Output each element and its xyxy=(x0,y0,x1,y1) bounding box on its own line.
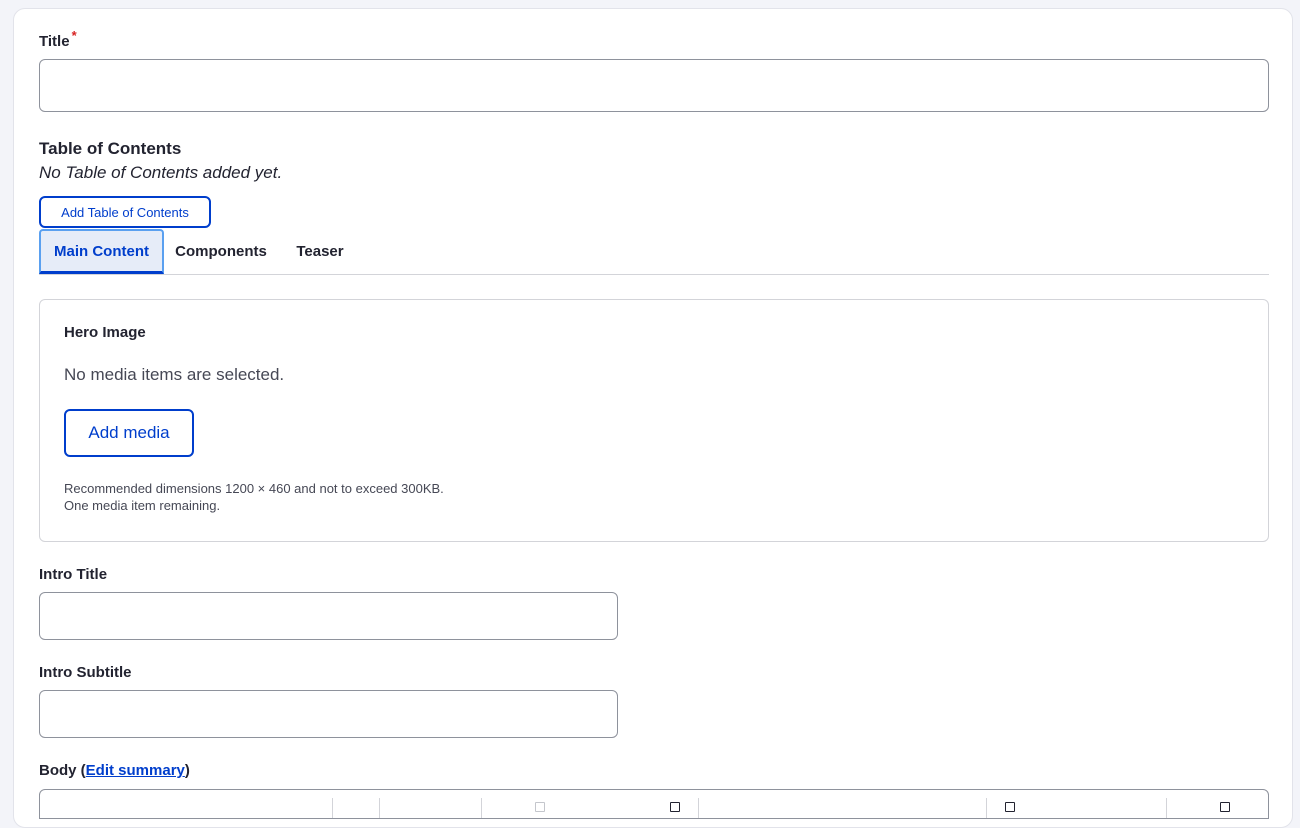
hero-description-remaining: One media item remaining. xyxy=(64,498,221,513)
tab-components[interactable]: Components xyxy=(164,229,278,274)
node-form-card: Title * Table of Contents No Table of Con… xyxy=(13,8,1293,828)
body-label: Body (Edit summary) xyxy=(39,762,190,779)
title-input[interactable] xyxy=(39,59,1269,112)
add-media-button[interactable]: Add media xyxy=(64,409,194,457)
intro-title-input[interactable] xyxy=(39,592,618,640)
toolbar-separator xyxy=(379,798,380,818)
hero-image-description: Recommended dimensions 1200 × 460 and no… xyxy=(64,480,444,514)
body-label-suffix: ) xyxy=(184,762,190,779)
tab-teaser[interactable]: Teaser xyxy=(278,229,362,274)
toolbar-button-icon[interactable] xyxy=(670,802,680,812)
toolbar-separator xyxy=(698,798,699,818)
add-toc-button[interactable]: Add Table of Contents xyxy=(39,196,211,228)
tab-main-content[interactable]: Main Content xyxy=(39,229,164,274)
required-marker: * xyxy=(71,28,77,43)
toolbar-button-icon[interactable] xyxy=(1005,802,1015,812)
toolbar-button-icon[interactable] xyxy=(1220,802,1230,812)
toolbar-separator xyxy=(481,798,482,818)
intro-subtitle-label: Intro Subtitle xyxy=(39,664,132,681)
edit-summary-link[interactable]: Edit summary xyxy=(86,762,185,779)
content-tabs: Main Content Components Teaser xyxy=(39,229,1269,275)
toolbar-separator xyxy=(986,798,987,818)
hero-image-empty-text: No media items are selected. xyxy=(64,365,285,384)
toolbar-button-icon[interactable] xyxy=(535,802,545,812)
intro-subtitle-input[interactable] xyxy=(39,690,618,738)
intro-title-label: Intro Title xyxy=(39,566,108,583)
toc-empty-text: No Table of Contents added yet. xyxy=(39,163,283,182)
title-label: Title * xyxy=(39,28,77,50)
toolbar-separator xyxy=(1166,798,1167,818)
toolbar-separator xyxy=(332,798,333,818)
toc-heading: Table of Contents xyxy=(39,139,182,158)
hero-image-fieldset: Hero Image No media items are selected. … xyxy=(39,299,1269,542)
hero-image-title: Hero Image xyxy=(64,324,146,341)
title-label-text: Title xyxy=(39,33,70,50)
body-label-prefix: Body ( xyxy=(39,762,86,779)
body-editor-toolbar xyxy=(39,789,1269,819)
hero-description-dimensions: Recommended dimensions 1200 × 460 and no… xyxy=(64,481,444,496)
